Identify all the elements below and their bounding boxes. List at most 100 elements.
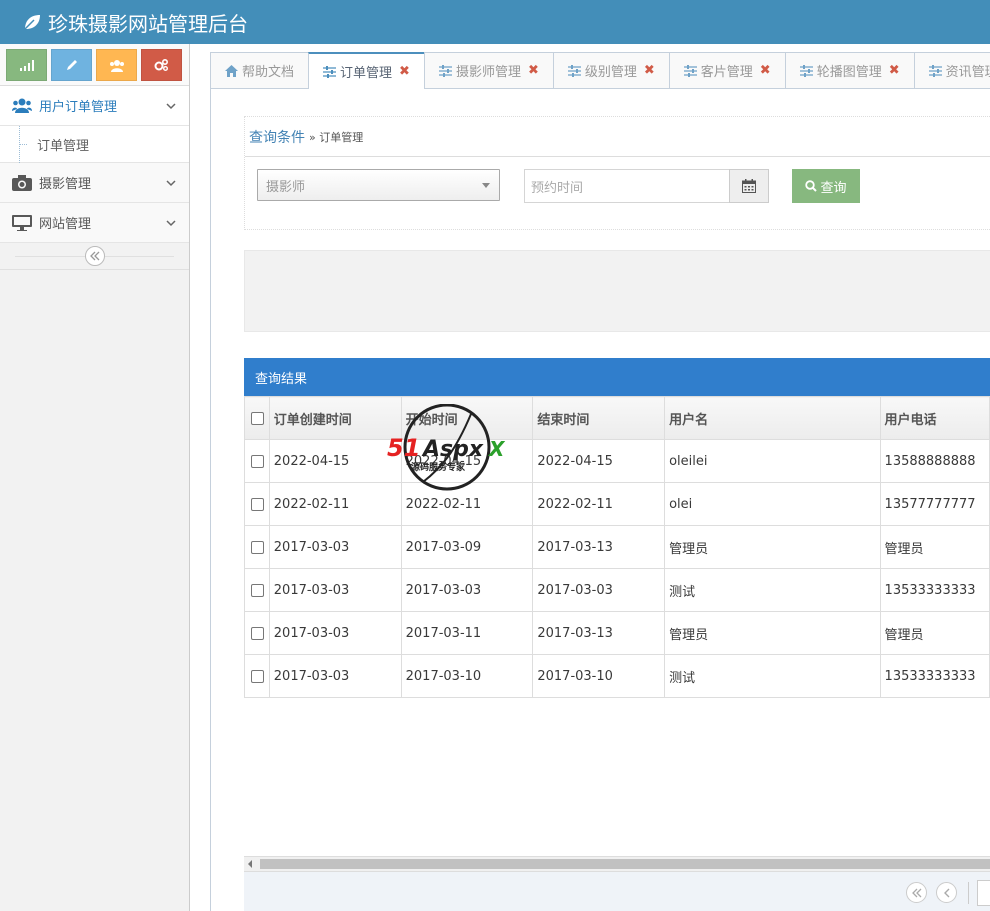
table-header-row: 订单创建时间 开始时间 结束时间 用户名 用户电话 [244, 396, 990, 440]
sidebar-item-website[interactable]: 网站管理 [0, 203, 189, 243]
double-chevron-left-icon [911, 888, 921, 897]
close-tab-icon[interactable]: ✖ [889, 63, 900, 78]
sidebar-collapse-row [0, 243, 189, 270]
table-cell: 2022-02-11 [400, 482, 534, 526]
table-row[interactable]: 2017-03-03 2017-03-10 2017-03-10 测试 1353… [244, 654, 990, 698]
select-all-checkbox[interactable] [251, 411, 264, 425]
column-header[interactable]: 用户名 [664, 396, 881, 440]
column-header[interactable]: 结束时间 [532, 396, 666, 440]
signal-icon [19, 60, 34, 71]
sidebar-item-order-management[interactable]: 用户订单管理 [0, 86, 189, 126]
shortcut-cogs-button[interactable] [141, 49, 182, 81]
tab-level-management[interactable]: 级别管理 ✖ [552, 52, 670, 88]
date-input-placeholder: 预约时间 [531, 180, 584, 196]
close-tab-icon[interactable]: ✖ [644, 63, 655, 78]
table-cell: 管理员 [664, 525, 881, 569]
chevron-down-icon [166, 220, 176, 227]
table-row[interactable]: 2017-03-03 2017-03-09 2017-03-13 管理员 管理员 [244, 525, 990, 569]
row-checkbox[interactable] [251, 540, 264, 554]
table-cell: olei [664, 482, 881, 526]
collapse-sidebar-button[interactable] [85, 246, 105, 266]
row-checkbox[interactable] [251, 583, 264, 597]
column-header[interactable]: 用户电话 [879, 396, 990, 440]
query-panel: 查询条件 » 订单管理 摄影师 预约时间 查询 [244, 116, 990, 230]
page-number-input[interactable] [977, 880, 990, 906]
leaf-icon [24, 15, 40, 30]
chevron-down-icon [166, 180, 176, 187]
close-tab-icon[interactable]: ✖ [399, 64, 410, 79]
table-cell: 13588888888 [879, 439, 990, 483]
sliders-icon [928, 64, 942, 77]
sidebar-subitem-label: 订单管理 [37, 138, 90, 154]
table-cell: 2017-03-13 [532, 611, 666, 655]
camera-icon [12, 174, 32, 191]
row-checkbox[interactable] [251, 454, 264, 468]
sidebar: 用户订单管理 订单管理 摄影管理 网站管理 [0, 44, 190, 911]
appointment-date-input[interactable]: 预约时间 [524, 169, 730, 203]
scroll-left-icon[interactable] [248, 860, 252, 868]
tab-label: 资讯管理 [945, 65, 990, 80]
sliders-icon [683, 64, 697, 77]
sidebar-item-photography[interactable]: 摄影管理 [0, 163, 189, 203]
cogs-icon [154, 58, 169, 71]
sidebar-item-label: 摄影管理 [39, 177, 92, 192]
table-row[interactable]: 2022-02-11 2022-02-11 2022-02-11 olei 13… [244, 482, 990, 526]
tab-carousel-management[interactable]: 轮播图管理 ✖ [784, 52, 915, 88]
table-cell: 2017-03-03 [268, 568, 402, 612]
sidebar-subitem-orders[interactable]: 订单管理 [0, 126, 189, 163]
prev-page-button[interactable] [936, 882, 957, 903]
shortcut-signal-button[interactable] [6, 49, 47, 81]
table-row[interactable]: 2022-04-15 2022-04-15 2022-04-15 oleilei… [244, 439, 990, 483]
table-cell: 管理员 [879, 611, 990, 655]
close-tab-icon[interactable]: ✖ [760, 63, 771, 78]
table-row[interactable]: 2017-03-03 2017-03-11 2017-03-13 管理员 管理员 [244, 611, 990, 655]
photographer-select-placeholder: 摄影师 [266, 179, 306, 195]
close-tab-icon[interactable]: ✖ [528, 63, 539, 78]
table-cell: 2017-03-03 [268, 525, 402, 569]
table-cell: 2017-03-03 [532, 568, 666, 612]
double-chevron-left-icon [90, 251, 100, 261]
shortcut-users-button[interactable] [96, 49, 137, 81]
table-row[interactable]: 2017-03-03 2017-03-03 2017-03-03 测试 1353… [244, 568, 990, 612]
table-cell: 2017-03-03 [268, 654, 402, 698]
query-title: 查询条件 [249, 129, 305, 146]
row-checkbox[interactable] [251, 669, 264, 683]
shortcut-pencil-button[interactable] [51, 49, 92, 81]
table-cell: 2022-04-15 [400, 439, 534, 483]
column-header[interactable]: 订单创建时间 [268, 396, 402, 440]
column-header[interactable]: 开始时间 [400, 396, 534, 440]
table-cell: 管理员 [879, 525, 990, 569]
tab-client-photos-management[interactable]: 客片管理 ✖ [668, 52, 786, 88]
tab-order-management[interactable]: 订单管理 ✖ [308, 52, 425, 89]
table-cell: 测试 [664, 654, 881, 698]
table-cell: 13533333333 [879, 568, 990, 612]
photographer-select[interactable]: 摄影师 [257, 169, 500, 201]
row-checkbox[interactable] [251, 626, 264, 640]
search-button-label: 查询 [820, 180, 847, 196]
sidebar-item-label: 网站管理 [39, 217, 92, 232]
table-cell: 2017-03-03 [268, 611, 402, 655]
sidebar-item-label: 用户订单管理 [39, 100, 118, 115]
sliders-icon [567, 64, 581, 77]
table-cell: 测试 [664, 568, 881, 612]
pencil-icon [66, 60, 77, 70]
query-header: 查询条件 » 订单管理 [245, 117, 990, 157]
tab-photographer-management[interactable]: 摄影师管理 ✖ [423, 52, 554, 88]
toolbar-panel [244, 250, 990, 332]
results-header: 查询结果 [244, 358, 990, 396]
tab-label: 轮播图管理 [816, 65, 882, 80]
date-picker-button[interactable] [729, 169, 769, 203]
search-button[interactable]: 查询 [792, 169, 860, 203]
first-page-button[interactable] [906, 882, 927, 903]
horizontal-scrollbar[interactable] [244, 856, 990, 871]
scrollbar-thumb[interactable] [260, 859, 990, 869]
tab-help-docs[interactable]: 帮助文档 [210, 52, 310, 88]
row-checkbox[interactable] [251, 497, 264, 511]
chevron-left-icon [943, 888, 949, 897]
tab-news-management[interactable]: 资讯管理 [913, 52, 990, 88]
search-icon [805, 180, 818, 192]
results-table: 订单创建时间 开始时间 结束时间 用户名 用户电话 2022-04-15 202… [244, 396, 990, 698]
table-cell: 2022-04-15 [268, 439, 402, 483]
pagination-bar [244, 871, 990, 911]
table-cell: 2017-03-11 [400, 611, 534, 655]
